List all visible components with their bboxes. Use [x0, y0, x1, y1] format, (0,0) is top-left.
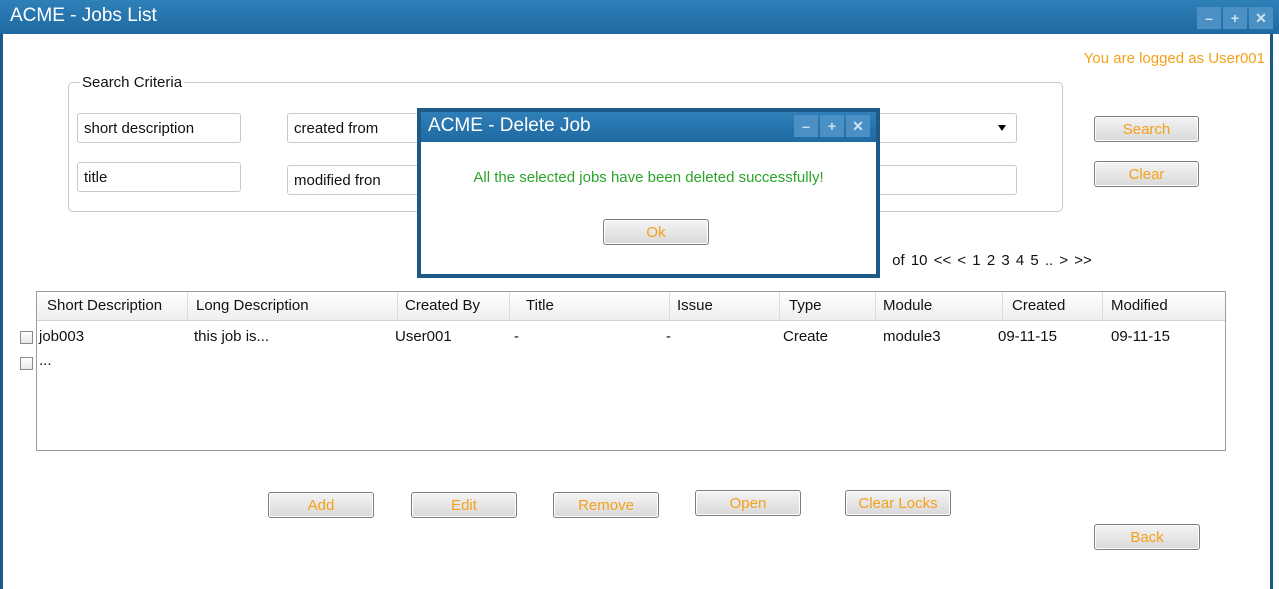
- window-titlebar: ACME - Jobs List – + ✕: [0, 0, 1279, 34]
- add-button[interactable]: Add: [268, 492, 374, 518]
- row-checkbox[interactable]: [20, 331, 33, 344]
- open-button[interactable]: Open: [695, 490, 801, 516]
- dialog-titlebar: ACME - Delete Job – + ✕: [421, 112, 876, 142]
- minimize-icon[interactable]: –: [1197, 7, 1221, 29]
- row-title: -: [514, 328, 519, 345]
- column-header[interactable]: Created: [1012, 297, 1065, 314]
- clear-button[interactable]: Clear: [1094, 161, 1199, 187]
- filter-text-field[interactable]: [876, 165, 1017, 195]
- pagination[interactable]: of 10 << < 1 2 3 4 5 .. > >>: [886, 252, 1092, 269]
- close-icon[interactable]: ✕: [846, 115, 870, 137]
- row-long-description: this job is...: [194, 328, 270, 345]
- logged-user-label: You are logged as User001: [1083, 50, 1265, 67]
- created-from-field[interactable]: created from: [287, 113, 427, 143]
- remove-button[interactable]: Remove: [553, 492, 659, 518]
- column-header[interactable]: Issue: [677, 297, 713, 314]
- column-header[interactable]: Modified: [1111, 297, 1168, 314]
- row-checkbox[interactable]: [20, 357, 33, 370]
- table-header: Short Description Long Description Creat…: [37, 292, 1225, 321]
- close-icon[interactable]: ✕: [1249, 7, 1273, 29]
- row-short-description: job003: [39, 328, 85, 345]
- modified-from-field[interactable]: modified fron: [287, 165, 427, 195]
- table-row[interactable]: ...: [37, 349, 1225, 373]
- window-title: ACME - Jobs List: [10, 5, 157, 26]
- column-header[interactable]: Type: [789, 297, 822, 314]
- short-description-field[interactable]: short description: [77, 113, 241, 143]
- column-header[interactable]: Module: [883, 297, 932, 314]
- column-header[interactable]: Short Description: [47, 297, 162, 314]
- search-button[interactable]: Search: [1094, 116, 1199, 142]
- maximize-icon[interactable]: +: [1223, 7, 1247, 29]
- row-module: module3: [883, 328, 941, 345]
- row-issue: -: [666, 328, 671, 345]
- column-header[interactable]: Long Description: [196, 297, 309, 314]
- delete-job-dialog: ACME - Delete Job – + ✕ All the selected…: [417, 108, 880, 278]
- row-created-by: User001: [395, 328, 452, 345]
- row-short-description: ...: [39, 352, 52, 369]
- row-type: Create: [783, 328, 829, 345]
- search-criteria-label: Search Criteria: [80, 74, 185, 91]
- minimize-icon[interactable]: –: [794, 115, 818, 137]
- title-field[interactable]: title: [77, 162, 241, 192]
- ok-button[interactable]: Ok: [603, 219, 709, 245]
- jobs-table: Short Description Long Description Creat…: [36, 291, 1226, 451]
- row-created: 09-11-15: [998, 328, 1057, 345]
- dialog-message: All the selected jobs have been deleted …: [473, 169, 824, 186]
- table-row[interactable]: job003 this job is... User001 - - Create…: [37, 325, 1225, 349]
- column-header[interactable]: Created By: [405, 297, 480, 314]
- back-button[interactable]: Back: [1094, 524, 1200, 550]
- row-modified: 09-11-15: [1111, 328, 1170, 345]
- dialog-title: ACME - Delete Job: [428, 115, 591, 136]
- column-header[interactable]: Title: [526, 297, 554, 314]
- filter-dropdown[interactable]: [876, 113, 1017, 143]
- chevron-down-icon: [998, 125, 1006, 131]
- maximize-icon[interactable]: +: [820, 115, 844, 137]
- edit-button[interactable]: Edit: [411, 492, 517, 518]
- clear-locks-button[interactable]: Clear Locks: [845, 490, 951, 516]
